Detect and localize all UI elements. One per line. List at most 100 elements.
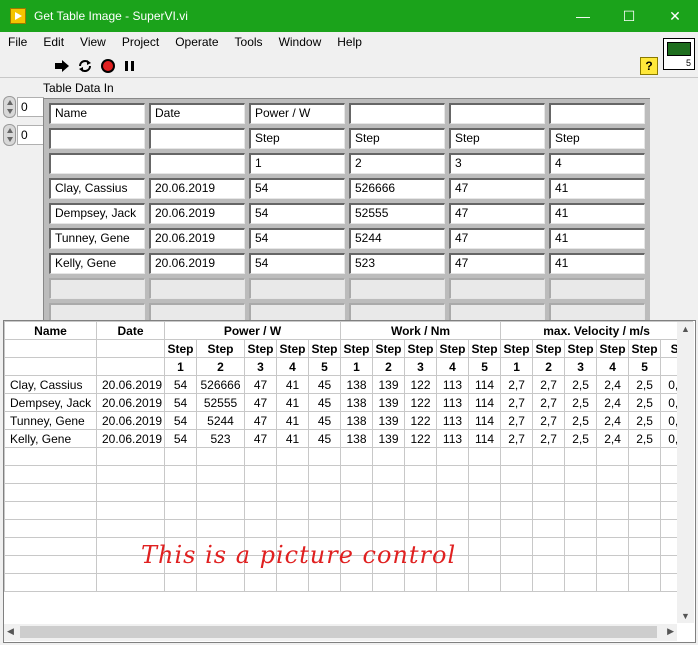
- minimize-button[interactable]: —: [560, 0, 606, 32]
- table-cell[interactable]: 523: [349, 253, 445, 274]
- close-button[interactable]: ✕: [652, 0, 698, 32]
- empty-cell: [467, 501, 502, 520]
- table-cell[interactable]: [149, 128, 245, 149]
- table-cell[interactable]: 47: [449, 253, 545, 274]
- horizontal-scrollbar[interactable]: ◀ ▶: [4, 624, 677, 641]
- scroll-right-arrow-icon[interactable]: ▶: [667, 626, 674, 637]
- table-cell-empty[interactable]: [549, 278, 645, 299]
- horizontal-scroll-thumb[interactable]: [20, 626, 657, 638]
- table-cell[interactable]: 52555: [349, 203, 445, 224]
- table-data-in[interactable]: Name Date Power / W Step Step Step Step 1 2 3 4 Cla…: [43, 98, 650, 320]
- run-arrow-icon[interactable]: [54, 58, 70, 74]
- header-step-number: 1: [340, 357, 373, 376]
- table-cell[interactable]: [549, 103, 645, 124]
- table-cell[interactable]: 3: [449, 153, 545, 174]
- empty-cell: [532, 483, 566, 502]
- table-cell[interactable]: 54: [249, 203, 345, 224]
- table-cell[interactable]: Date: [149, 103, 245, 124]
- table-cell[interactable]: 5244: [349, 228, 445, 249]
- table-cell[interactable]: Dempsey, Jack: [49, 203, 145, 224]
- empty-cell: [532, 465, 566, 484]
- menu-file[interactable]: File: [0, 32, 35, 52]
- table-cell[interactable]: [49, 153, 145, 174]
- table-cell[interactable]: 47: [449, 228, 545, 249]
- table-cell[interactable]: 1: [249, 153, 345, 174]
- table-cell[interactable]: 47: [449, 203, 545, 224]
- menu-view[interactable]: View: [72, 32, 114, 52]
- abort-icon[interactable]: [100, 58, 116, 74]
- column-index-spinner[interactable]: [3, 124, 16, 146]
- empty-cell: [564, 465, 598, 484]
- empty-cell: [596, 537, 630, 556]
- row-index-spinner[interactable]: [3, 96, 16, 118]
- title-bar[interactable]: Get Table Image - SuperVI.vi — ☐ ✕: [0, 0, 698, 32]
- table-cell[interactable]: 2: [349, 153, 445, 174]
- table-cell[interactable]: 54: [249, 178, 345, 199]
- empty-cell: [196, 465, 245, 484]
- table-cell-empty[interactable]: [349, 303, 445, 320]
- vertical-scrollbar[interactable]: ▲ ▼: [677, 322, 694, 623]
- table-cell[interactable]: Clay, Cassius: [49, 178, 145, 199]
- context-help-button[interactable]: ?: [640, 57, 658, 75]
- scroll-left-arrow-icon[interactable]: ◀: [7, 626, 14, 637]
- table-cell-empty[interactable]: [249, 303, 345, 320]
- menu-edit[interactable]: Edit: [35, 32, 72, 52]
- table-cell[interactable]: Step: [349, 128, 445, 149]
- row-index-display[interactable]: 0: [3, 96, 44, 118]
- table-cell[interactable]: 20.06.2019: [149, 253, 245, 274]
- table-cell[interactable]: 41: [549, 178, 645, 199]
- table-cell[interactable]: 41: [549, 253, 645, 274]
- table-cell[interactable]: 526666: [349, 178, 445, 199]
- table-cell[interactable]: Name: [49, 103, 145, 124]
- menu-help[interactable]: Help: [329, 32, 370, 52]
- table-cell-empty[interactable]: [349, 278, 445, 299]
- table-cell-empty[interactable]: [249, 278, 345, 299]
- table-cell[interactable]: 41: [549, 228, 645, 249]
- table-cell[interactable]: Power / W: [249, 103, 345, 124]
- maximize-button[interactable]: ☐: [606, 0, 652, 32]
- table-cell[interactable]: 54: [249, 253, 345, 274]
- picture-control[interactable]: Name Date Power / W Work / Nm max. Velocity …: [3, 320, 696, 643]
- table-cell[interactable]: [349, 103, 445, 124]
- menu-project[interactable]: Project: [114, 32, 167, 52]
- menu-operate[interactable]: Operate: [167, 32, 226, 52]
- table-cell[interactable]: Kelly, Gene: [49, 253, 145, 274]
- table-cell-empty[interactable]: [49, 303, 145, 320]
- menu-window[interactable]: Window: [271, 32, 330, 52]
- table-cell-empty[interactable]: [49, 278, 145, 299]
- table-cell[interactable]: 20.06.2019: [149, 228, 245, 249]
- column-index-display[interactable]: 0: [3, 124, 44, 146]
- table-cell[interactable]: 47: [449, 178, 545, 199]
- table-cell[interactable]: Step: [549, 128, 645, 149]
- menu-tools[interactable]: Tools: [227, 32, 271, 52]
- table-cell[interactable]: Tunney, Gene: [49, 228, 145, 249]
- table-cell[interactable]: [449, 103, 545, 124]
- table-cell[interactable]: 20.06.2019: [149, 178, 245, 199]
- column-index-value[interactable]: 0: [17, 125, 44, 145]
- row-index-value[interactable]: 0: [17, 97, 44, 117]
- pause-icon[interactable]: [122, 58, 138, 74]
- scroll-down-arrow-icon[interactable]: ▼: [681, 611, 690, 621]
- empty-cell: [436, 483, 469, 502]
- table-cell[interactable]: 54: [249, 228, 345, 249]
- table-cell-empty[interactable]: [449, 303, 545, 320]
- table-cell[interactable]: [149, 153, 245, 174]
- table-cell[interactable]: 4: [549, 153, 645, 174]
- table-cell[interactable]: Step: [249, 128, 345, 149]
- table-cell[interactable]: [49, 128, 145, 149]
- table-cell[interactable]: 20.06.2019: [149, 203, 245, 224]
- vi-icon[interactable]: 5: [663, 38, 695, 70]
- table-cell: 2,7: [500, 393, 534, 412]
- table-cell-empty[interactable]: [449, 278, 545, 299]
- table-cell-empty[interactable]: [149, 303, 245, 320]
- empty-cell: [564, 447, 598, 466]
- empty-cell: [500, 447, 534, 466]
- table-cell: 2,4: [596, 375, 630, 394]
- empty-cell: [628, 537, 662, 556]
- run-continuously-icon[interactable]: [77, 58, 93, 74]
- table-cell[interactable]: Step: [449, 128, 545, 149]
- scroll-up-arrow-icon[interactable]: ▲: [681, 324, 690, 334]
- table-cell[interactable]: 41: [549, 203, 645, 224]
- table-cell-empty[interactable]: [149, 278, 245, 299]
- table-cell-empty[interactable]: [549, 303, 645, 320]
